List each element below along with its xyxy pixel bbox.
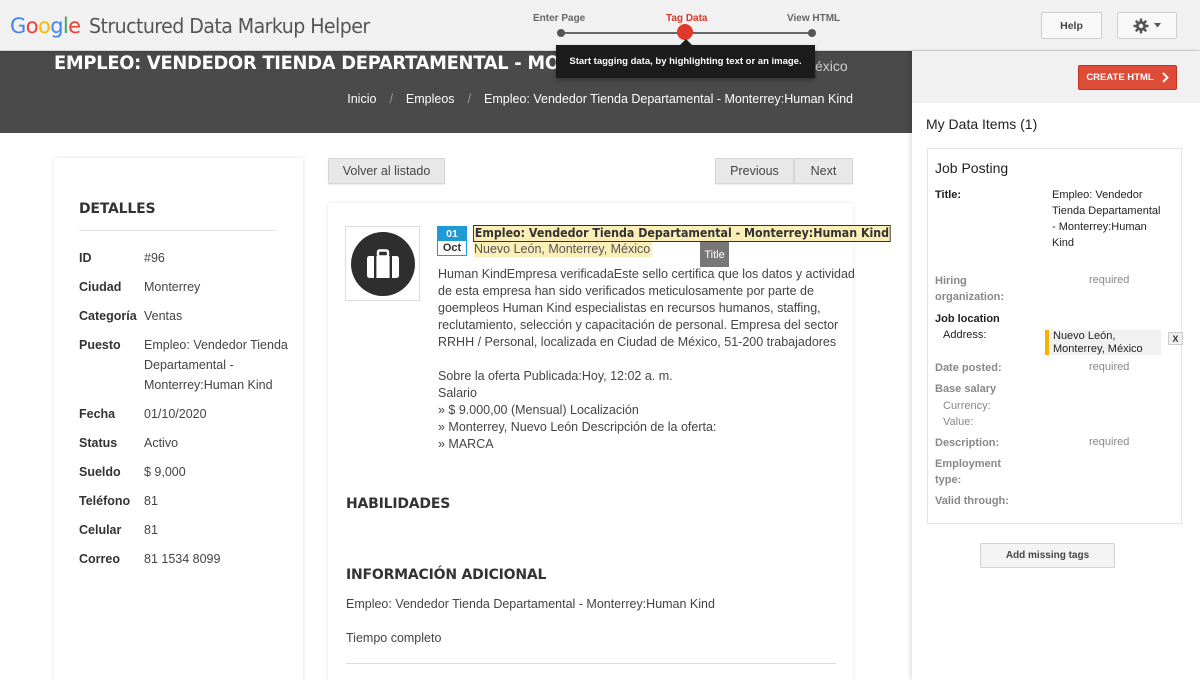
create-html-label: CREATE HTML	[1086, 72, 1154, 83]
chevron-down-icon	[1154, 23, 1161, 28]
description-line: » MARCA	[438, 437, 494, 451]
employment-type-label[interactable]: Employment type:	[935, 456, 1010, 488]
date-badge: 01 Oct	[437, 226, 467, 256]
required-note: required	[1089, 274, 1130, 286]
data-items-heading: My Data Items (1)	[926, 116, 1038, 132]
detail-value: Ventas	[144, 309, 183, 323]
required-note: required	[1089, 361, 1130, 373]
detail-key: Categoría	[79, 309, 137, 323]
additional-info-title: Empleo: Vendedor Tienda Departamental - …	[346, 597, 715, 611]
date-month: Oct	[442, 242, 462, 254]
breadcrumb-home[interactable]: Inicio	[347, 92, 376, 106]
panel-header: CREATE HTML	[912, 51, 1200, 103]
tagging-tooltip: Start tagging data, by highlighting text…	[556, 39, 815, 78]
base-salary-label[interactable]: Base salary	[935, 381, 996, 397]
item-type: Job Posting	[935, 160, 1009, 176]
detail-value: #96	[144, 251, 165, 265]
breadcrumb-separator: /	[389, 92, 393, 106]
detail-value: $ 9,000	[144, 465, 186, 479]
date-posted-label[interactable]: Date posted:	[935, 360, 1002, 376]
description-line: Sobre la oferta Publicada:Hoy, 12:02 a. …	[438, 369, 673, 383]
step-dot	[808, 29, 816, 37]
date-day: 01	[438, 227, 466, 241]
description-line: » Monterrey, Nuevo León Descripción de l…	[438, 420, 717, 434]
detail-key: Status	[79, 436, 118, 450]
detail-key: Fecha	[79, 407, 116, 421]
detail-value: 81	[144, 523, 158, 537]
detail-key: Correo	[79, 552, 120, 566]
detail-value: 81 1534 8099	[144, 552, 221, 566]
detail-value: Empleo: Vendedor Tienda Departamental - …	[144, 338, 288, 392]
settings-button[interactable]	[1117, 12, 1177, 39]
step-view-html[interactable]: View HTML	[787, 13, 840, 24]
briefcase-icon	[350, 231, 415, 296]
step-tag-data[interactable]: Tag Data	[666, 13, 708, 24]
breadcrumb-current: Empleo: Vendedor Tienda Departamental - …	[484, 92, 853, 106]
breadcrumb-jobs[interactable]: Empleos	[406, 92, 455, 106]
detail-key: Ciudad	[79, 280, 122, 294]
description-line: Human KindEmpresa verificadaEste sello c…	[438, 267, 855, 281]
gear-icon	[1133, 18, 1149, 33]
job-location-tagged[interactable]: Nuevo León, Monterrey, México	[474, 242, 653, 257]
job-title-tagged[interactable]: Empleo: Vendedor Tienda Departamental - …	[473, 225, 891, 242]
page-title-tail: éxico	[815, 58, 848, 74]
address-label[interactable]: Address:	[943, 327, 986, 343]
tool-header: Google Structured Data Markup Helper Ent…	[0, 0, 1200, 51]
content-divider	[346, 663, 836, 664]
details-heading: DETALLES	[79, 201, 156, 217]
detail-key: ID	[79, 251, 92, 265]
job-location-label[interactable]: Job location	[935, 311, 1000, 327]
google-logo: Google	[10, 14, 81, 38]
value-label[interactable]: Value:	[943, 414, 973, 430]
required-note: required	[1089, 436, 1130, 448]
description-line: Salario	[438, 386, 477, 400]
details-card: DETALLES ID #96 Ciudad Monterrey Categoría…	[54, 158, 303, 680]
title-field-label[interactable]: Title:	[935, 187, 961, 203]
data-items-panel: CREATE HTML My Data Items (1) Job Postin…	[912, 51, 1200, 680]
previous-button[interactable]: Previous	[715, 158, 794, 184]
detail-value: Activo	[144, 436, 179, 450]
detail-value: 01/10/2020	[144, 407, 207, 421]
description-line: reclutamiento, selección y capacitación …	[438, 318, 839, 332]
company-logo[interactable]	[345, 226, 420, 301]
tag-label-tooltip: Title	[700, 242, 729, 267]
detail-key: Sueldo	[79, 465, 121, 479]
job-description[interactable]: Human KindEmpresa verificadaEste sello c…	[438, 266, 855, 453]
detail-key: Puesto	[79, 338, 121, 352]
additional-info-heading: INFORMACIÓN ADICIONAL	[346, 567, 547, 583]
currency-label[interactable]: Currency:	[943, 398, 991, 414]
description-line	[438, 351, 838, 368]
step-enter-page[interactable]: Enter Page	[533, 13, 585, 24]
description-line: de esta empresa han sido verificados met…	[438, 284, 814, 298]
address-value: Nuevo León, Monterrey, México	[1045, 330, 1161, 355]
description-line: goempleos Human Kind especialistas en re…	[438, 301, 821, 315]
job-posting-item: Job Posting Title: Empleo: Vendedor Tien…	[927, 148, 1183, 524]
step-dot	[557, 29, 565, 37]
detail-key: Teléfono	[79, 494, 131, 508]
help-button[interactable]: Help	[1041, 12, 1102, 39]
detail-key: Celular	[79, 523, 122, 537]
description-field-label[interactable]: Description:	[935, 435, 999, 451]
next-button[interactable]: Next	[794, 158, 853, 184]
app-logo: Google Structured Data Markup Helper	[10, 14, 384, 38]
title-field-value: Empleo: Vendedor Tienda Departamental - …	[1052, 189, 1161, 249]
detail-value: Monterrey	[144, 280, 201, 294]
breadcrumb: Inicio / Empleos / Empleo: Vendedor Tien…	[347, 92, 853, 106]
remove-address-button[interactable]: X	[1168, 332, 1183, 345]
chevron-right-icon	[1161, 72, 1169, 83]
detail-value: 81	[144, 494, 158, 508]
details-divider	[79, 230, 277, 231]
breadcrumb-separator: /	[467, 92, 472, 106]
app-title: Structured Data Markup Helper	[88, 14, 370, 38]
additional-info-type: Tiempo completo	[346, 631, 442, 645]
add-missing-tags-button[interactable]: Add missing tags	[980, 543, 1115, 568]
step-dot-active	[677, 24, 693, 40]
back-to-list-button[interactable]: Volver al listado	[328, 158, 445, 184]
create-html-button[interactable]: CREATE HTML	[1078, 65, 1177, 90]
description-line: » $ 9.000,00 (Mensual) Localización	[438, 403, 639, 417]
valid-through-label[interactable]: Valid through:	[935, 493, 1009, 509]
skills-heading: HABILIDADES	[346, 496, 451, 512]
description-line: RRHH / Personal, localizada en Ciudad de…	[438, 335, 837, 349]
hiring-organization-label[interactable]: Hiring organization:	[935, 273, 1015, 305]
